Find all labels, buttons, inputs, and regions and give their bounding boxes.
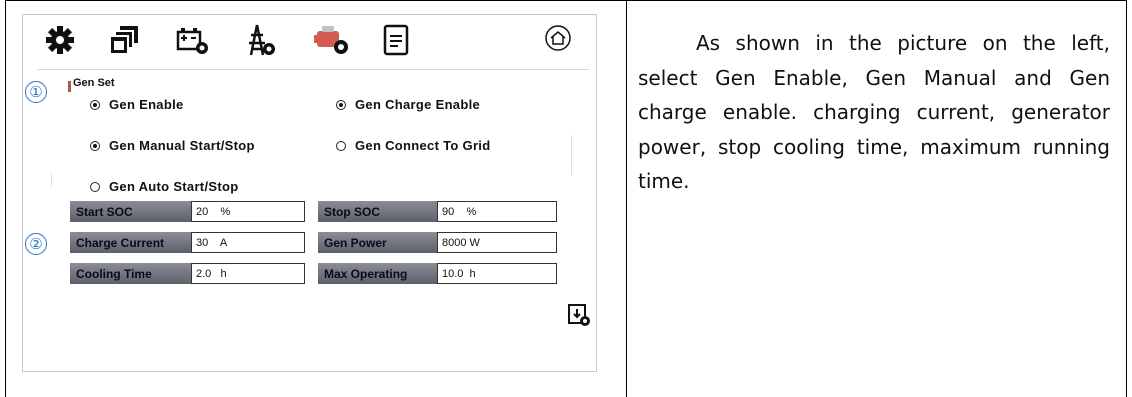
battery-settings-icon[interactable] bbox=[175, 23, 215, 67]
gen-manual-start-stop-radio[interactable]: Gen Manual Start/Stop bbox=[90, 138, 255, 153]
radio-dot bbox=[336, 140, 346, 151]
radio-label: Gen Enable bbox=[109, 97, 184, 112]
parallel-icon[interactable] bbox=[108, 23, 148, 67]
max-operating-field: Max Operating 10.0 h bbox=[318, 263, 557, 284]
table-right-border bbox=[1126, 0, 1127, 397]
radio-label: Gen Manual Start/Stop bbox=[109, 138, 255, 153]
radio-label: Gen Connect To Grid bbox=[355, 138, 491, 153]
field-label: Gen Power bbox=[318, 232, 437, 253]
grid-settings-icon[interactable] bbox=[243, 23, 283, 67]
gen-auto-start-stop-radio[interactable]: Gen Auto Start/Stop bbox=[90, 179, 238, 194]
gen-connect-to-grid-radio[interactable]: Gen Connect To Grid bbox=[336, 138, 490, 153]
radio-dot bbox=[90, 99, 100, 110]
stop-soc-field: Stop SOC 90 % bbox=[318, 201, 557, 222]
home-icon[interactable] bbox=[543, 23, 583, 67]
section-marker bbox=[68, 81, 71, 92]
table-left-border bbox=[5, 0, 6, 397]
gen-settings-screenshot: ① ② Gen Set Gen Enable Gen Charge Enable… bbox=[22, 14, 597, 372]
toolbar-divider bbox=[37, 69, 589, 70]
start-soc-input[interactable]: 20 % bbox=[191, 201, 305, 222]
field-label: Charge Current bbox=[70, 232, 191, 253]
table-top-border bbox=[5, 0, 1127, 1]
table-column-divider bbox=[626, 0, 627, 397]
gen-power-input[interactable]: 8000 W bbox=[437, 232, 557, 253]
field-label: Stop SOC bbox=[318, 201, 437, 222]
faint-divider bbox=[51, 173, 52, 187]
step-marker-1: ① bbox=[25, 81, 47, 103]
gen-charge-enable-radio[interactable]: Gen Charge Enable bbox=[336, 97, 480, 112]
faint-divider bbox=[571, 135, 572, 175]
gen-power-field: Gen Power 8000 W bbox=[318, 232, 557, 253]
field-label: Start SOC bbox=[70, 201, 191, 222]
description-text: As shown in the picture on the left, sel… bbox=[638, 31, 1110, 194]
radio-dot bbox=[90, 140, 100, 151]
stop-soc-input[interactable]: 90 % bbox=[437, 201, 557, 222]
radio-dot bbox=[90, 181, 100, 192]
max-operating-input[interactable]: 10.0 h bbox=[437, 263, 557, 284]
field-label: Cooling Time bbox=[70, 263, 191, 284]
gen-set-title: Gen Set bbox=[73, 77, 115, 89]
gear-icon[interactable] bbox=[43, 23, 83, 67]
step-marker-2: ② bbox=[25, 233, 47, 255]
cooling-time-field: Cooling Time 2.0 h bbox=[70, 263, 305, 284]
radio-dot bbox=[336, 99, 346, 110]
cooling-time-input[interactable]: 2.0 h bbox=[191, 263, 305, 284]
charge-current-field: Charge Current 30 A bbox=[70, 232, 305, 253]
start-soc-field: Start SOC 20 % bbox=[70, 201, 305, 222]
save-settings-icon[interactable] bbox=[567, 303, 591, 327]
radio-label: Gen Charge Enable bbox=[355, 97, 481, 112]
charge-current-input[interactable]: 30 A bbox=[191, 232, 305, 253]
radio-label: Gen Auto Start/Stop bbox=[109, 179, 239, 194]
document-icon[interactable] bbox=[381, 23, 421, 67]
gen-enable-radio[interactable]: Gen Enable bbox=[90, 97, 184, 112]
field-label: Max Operating bbox=[318, 263, 437, 284]
generator-settings-icon[interactable] bbox=[313, 21, 353, 65]
